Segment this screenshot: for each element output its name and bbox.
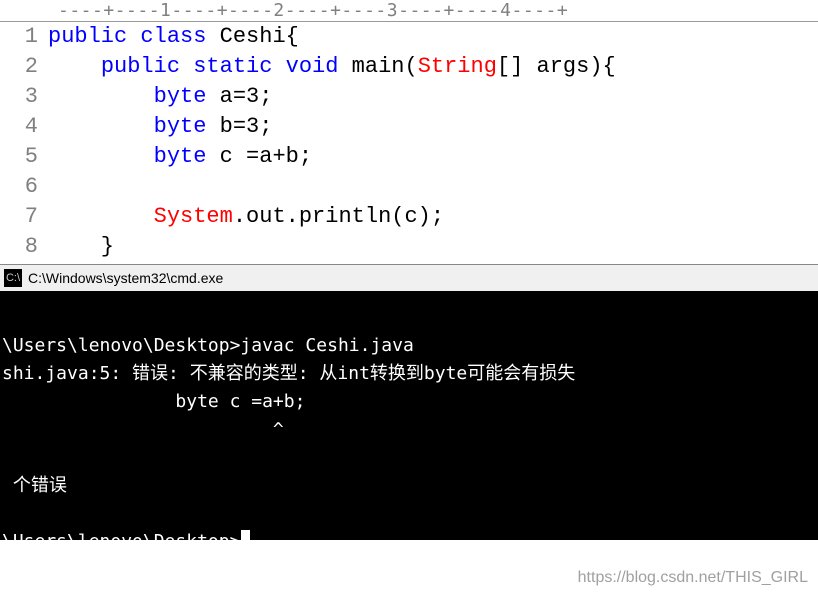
code-line[interactable]: 3 byte a=3;	[0, 82, 818, 112]
token: byte	[154, 84, 207, 109]
token	[48, 84, 154, 109]
token: Ceshi{	[206, 24, 298, 49]
token	[48, 204, 154, 229]
token	[127, 24, 140, 49]
line-number: 6	[0, 172, 48, 202]
line-number: 8	[0, 232, 48, 262]
token: class	[140, 24, 206, 49]
token: System	[154, 204, 233, 229]
code-line[interactable]: 5 byte c =a+b;	[0, 142, 818, 172]
token	[48, 144, 154, 169]
terminal-cursor	[241, 530, 250, 540]
token	[180, 54, 193, 79]
code-line[interactable]: 7 System.out.println(c);	[0, 202, 818, 232]
token: public	[101, 54, 180, 79]
token: byte	[154, 144, 207, 169]
line-number: 3	[0, 82, 48, 112]
token: byte	[154, 114, 207, 139]
code-content[interactable]: byte b=3;	[48, 112, 272, 142]
terminal-line: \Users\lenovo\Desktop>javac Ceshi.java	[2, 335, 414, 356]
terminal-line: 个错误	[2, 475, 67, 496]
token: b=3;	[206, 114, 272, 139]
cmd-titlebar: C:\ C:\Windows\system32\cmd.exe	[0, 264, 818, 292]
terminal-prompt: \Users\lenovo\Desktop>	[2, 531, 240, 540]
terminal-line: byte c =a+b;	[2, 391, 305, 412]
editor-ruler: ----+----1----+----2----+----3----+----4…	[0, 0, 818, 22]
ruler-text: ----+----1----+----2----+----3----+----4…	[58, 0, 568, 21]
code-content[interactable]: byte c =a+b;	[48, 142, 312, 172]
token: c =a+b;	[206, 144, 312, 169]
token: [] args){	[497, 54, 616, 79]
terminal[interactable]: \Users\lenovo\Desktop>javac Ceshi.java s…	[0, 292, 818, 540]
code-line[interactable]: 8 }	[0, 232, 818, 262]
line-number: 4	[0, 112, 48, 142]
line-number: 2	[0, 52, 48, 82]
code-content[interactable]: }	[48, 232, 114, 262]
token	[48, 54, 101, 79]
token	[272, 54, 285, 79]
token: public	[48, 24, 127, 49]
terminal-line: shi.java:5: 错误: 不兼容的类型: 从int转换到byte可能会有损…	[2, 363, 575, 384]
token: }	[48, 234, 114, 259]
cmd-title-text: C:\Windows\system32\cmd.exe	[28, 270, 223, 286]
watermark: https://blog.csdn.net/THIS_GIRL	[578, 569, 808, 587]
token: .out.println(c);	[233, 204, 444, 229]
line-number: 5	[0, 142, 48, 172]
token: main(	[338, 54, 417, 79]
code-content[interactable]: public class Ceshi{	[48, 22, 299, 52]
code-line[interactable]: 1public class Ceshi{	[0, 22, 818, 52]
watermark-text: https://blog.csdn.net/THIS_GIRL	[578, 569, 808, 586]
code-content[interactable]: System.out.println(c);	[48, 202, 444, 232]
line-number: 7	[0, 202, 48, 232]
token: a=3;	[206, 84, 272, 109]
token: void	[286, 54, 339, 79]
terminal-line: ^	[2, 419, 284, 440]
code-content[interactable]: byte a=3;	[48, 82, 272, 112]
token: String	[418, 54, 497, 79]
code-line[interactable]: 4 byte b=3;	[0, 112, 818, 142]
code-editor[interactable]: 1public class Ceshi{2 public static void…	[0, 22, 818, 262]
code-line[interactable]: 2 public static void main(String[] args)…	[0, 52, 818, 82]
cmd-icon: C:\	[4, 269, 22, 287]
line-number: 1	[0, 22, 48, 52]
code-content[interactable]: public static void main(String[] args){	[48, 52, 616, 82]
token: static	[193, 54, 272, 79]
code-line[interactable]: 6	[0, 172, 818, 202]
token	[48, 114, 154, 139]
